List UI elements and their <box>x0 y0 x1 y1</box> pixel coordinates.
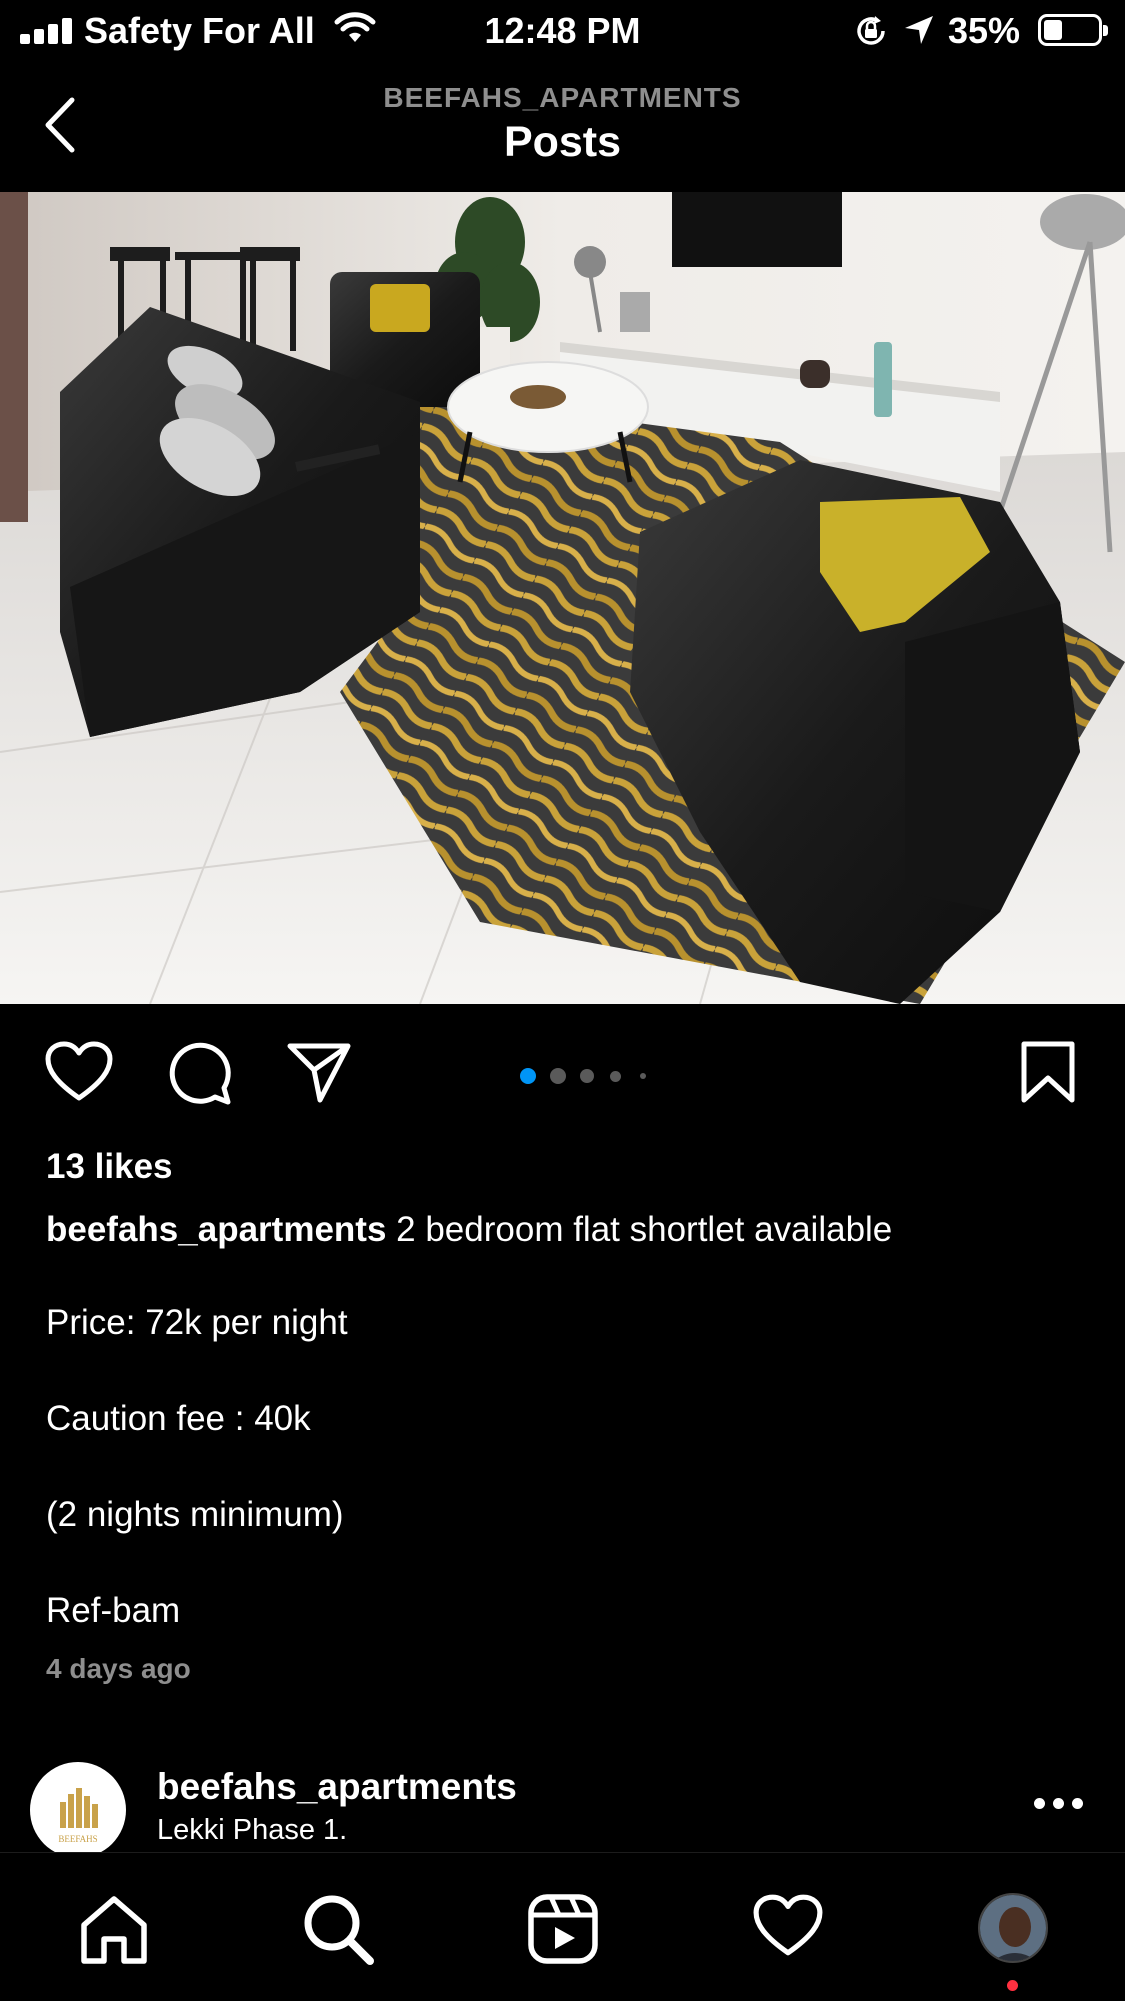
heart-icon[interactable] <box>44 1040 114 1104</box>
avatar-logo-text: BEEFAHS <box>58 1834 97 1844</box>
caption-price: Price: 72k per night <box>46 1303 348 1342</box>
living-room-image <box>0 192 1125 1004</box>
caption-ref: Ref-bam <box>46 1591 181 1630</box>
next-post-location[interactable]: Lekki Phase 1. <box>157 1814 347 1847</box>
more-options-icon[interactable] <box>1034 1796 1084 1816</box>
caption-minimum: (2 nights minimum) <box>46 1495 344 1534</box>
post-timestamp: 4 days ago <box>46 1653 191 1684</box>
carousel-dot <box>550 1068 566 1084</box>
battery-percent: 35% <box>948 10 1021 51</box>
carousel-indicator <box>520 1067 660 1085</box>
caption-caution-fee: Caution fee : 40k <box>46 1399 311 1438</box>
wifi-icon <box>334 12 376 42</box>
caption-text: 2 bedroom flat shortlet available <box>396 1210 893 1249</box>
profile-photo <box>980 1895 1046 1961</box>
rotation-lock-icon <box>857 16 885 45</box>
bottom-tab-bar <box>0 1852 1125 2001</box>
next-post-username[interactable]: beefahs_apartments <box>157 1766 517 1808</box>
comment-icon[interactable] <box>166 1040 232 1106</box>
page-title: Posts <box>503 118 622 166</box>
location-arrow-icon <box>905 16 933 44</box>
beefahs-logo-icon: BEEFAHS <box>58 1788 98 1844</box>
header-username[interactable]: BEEFAHS_APARTMENTS <box>0 82 1125 114</box>
notification-dot <box>1007 1980 1018 1991</box>
avatar[interactable]: BEEFAHS <box>30 1762 126 1858</box>
next-post-header: BEEFAHS beefahs_apartments Lekki Phase 1… <box>0 1760 1125 1858</box>
activity-heart-icon[interactable] <box>752 1893 824 1959</box>
bookmark-icon[interactable] <box>1020 1040 1076 1104</box>
posts-header: BEEFAHS_APARTMENTS Posts <box>0 70 1125 190</box>
carousel-dot <box>520 1068 536 1084</box>
likes-count[interactable]: 13 likes <box>46 1147 173 1187</box>
carousel-dot <box>640 1073 646 1079</box>
post-actions <box>0 1040 1125 1112</box>
battery-icon <box>1038 14 1108 46</box>
home-icon[interactable] <box>78 1893 150 1965</box>
send-icon[interactable] <box>286 1040 352 1106</box>
post-photo[interactable] <box>0 192 1125 1004</box>
caption-username[interactable]: beefahs_apartments <box>46 1210 386 1249</box>
carrier-name: Safety For All <box>84 10 315 51</box>
signal-icon <box>20 18 74 44</box>
post-caption: beefahs_apartments 2 bedroom flat shortl… <box>46 1206 1086 1254</box>
status-bar: Safety For All 12:48 PM 35% <box>0 0 1125 62</box>
reels-icon[interactable] <box>527 1893 599 1965</box>
profile-avatar[interactable] <box>978 1893 1048 1963</box>
search-icon[interactable] <box>302 1893 374 1965</box>
carousel-dot <box>610 1070 621 1082</box>
carousel-dot <box>580 1069 594 1083</box>
